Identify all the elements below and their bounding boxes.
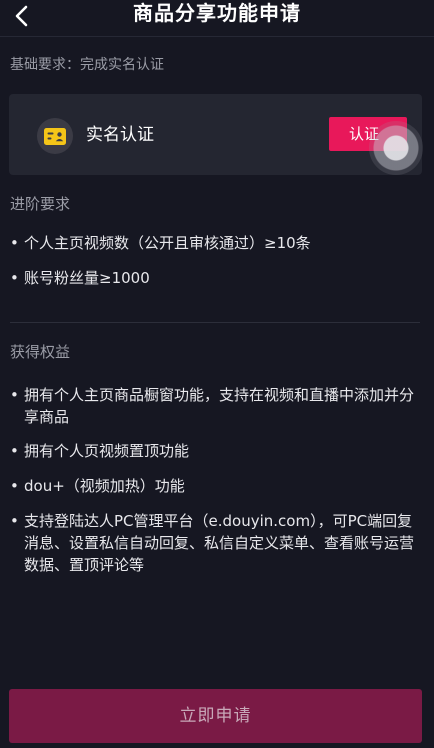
bullet-icon: • xyxy=(10,269,19,287)
real-name-auth-card: 实名认证 认证 xyxy=(9,94,422,175)
section-divider xyxy=(10,322,420,323)
list-item-text: dou+（视频加热）功能 xyxy=(24,477,185,495)
benefits-title: 获得权益 xyxy=(10,343,71,361)
list-item-text: 拥有个人页视频置顶功能 xyxy=(24,442,190,460)
bullet-icon: • xyxy=(10,442,19,460)
apply-now-button[interactable]: 立即申请 xyxy=(9,689,422,743)
bullet-icon: • xyxy=(10,234,19,252)
bullet-icon: • xyxy=(10,512,19,530)
list-item: • 拥有个人主页商品橱窗功能，支持在视频和直播中添加并分享商品 xyxy=(10,384,420,428)
list-item: • 支持登陆达人PC管理平台（e.douyin.com），可PC端回复消息、设置… xyxy=(10,510,420,576)
touch-indicator xyxy=(369,121,423,175)
nav-divider xyxy=(0,36,434,37)
list-item: • 账号粉丝量≥1000 xyxy=(10,267,420,289)
list-item: • 个人主页视频数（公开且审核通过）≥10条 xyxy=(10,232,420,254)
bullet-icon: • xyxy=(10,477,19,495)
bullet-icon: • xyxy=(10,386,19,404)
top-nav-bar: 商品分享功能申请 xyxy=(0,0,434,34)
list-item: • 拥有个人页视频置顶功能 xyxy=(10,440,420,462)
list-item: • dou+（视频加热）功能 xyxy=(10,475,420,497)
basic-requirement-text: 基础要求：完成实名认证 xyxy=(10,57,164,73)
list-item-text: 账号粉丝量≥1000 xyxy=(24,269,150,287)
page-title: 商品分享功能申请 xyxy=(133,1,301,25)
list-item-text: 拥有个人主页商品橱窗功能，支持在视频和直播中添加并分享商品 xyxy=(24,386,415,426)
auth-label: 实名认证 xyxy=(86,125,154,145)
id-card-icon xyxy=(37,118,73,154)
list-item-text: 个人主页视频数（公开且审核通过）≥10条 xyxy=(24,234,311,252)
advanced-requirements-title: 进阶要求 xyxy=(10,195,71,213)
list-item-text: 支持登陆达人PC管理平台（e.douyin.com），可PC端回复消息、设置私信… xyxy=(24,512,415,574)
